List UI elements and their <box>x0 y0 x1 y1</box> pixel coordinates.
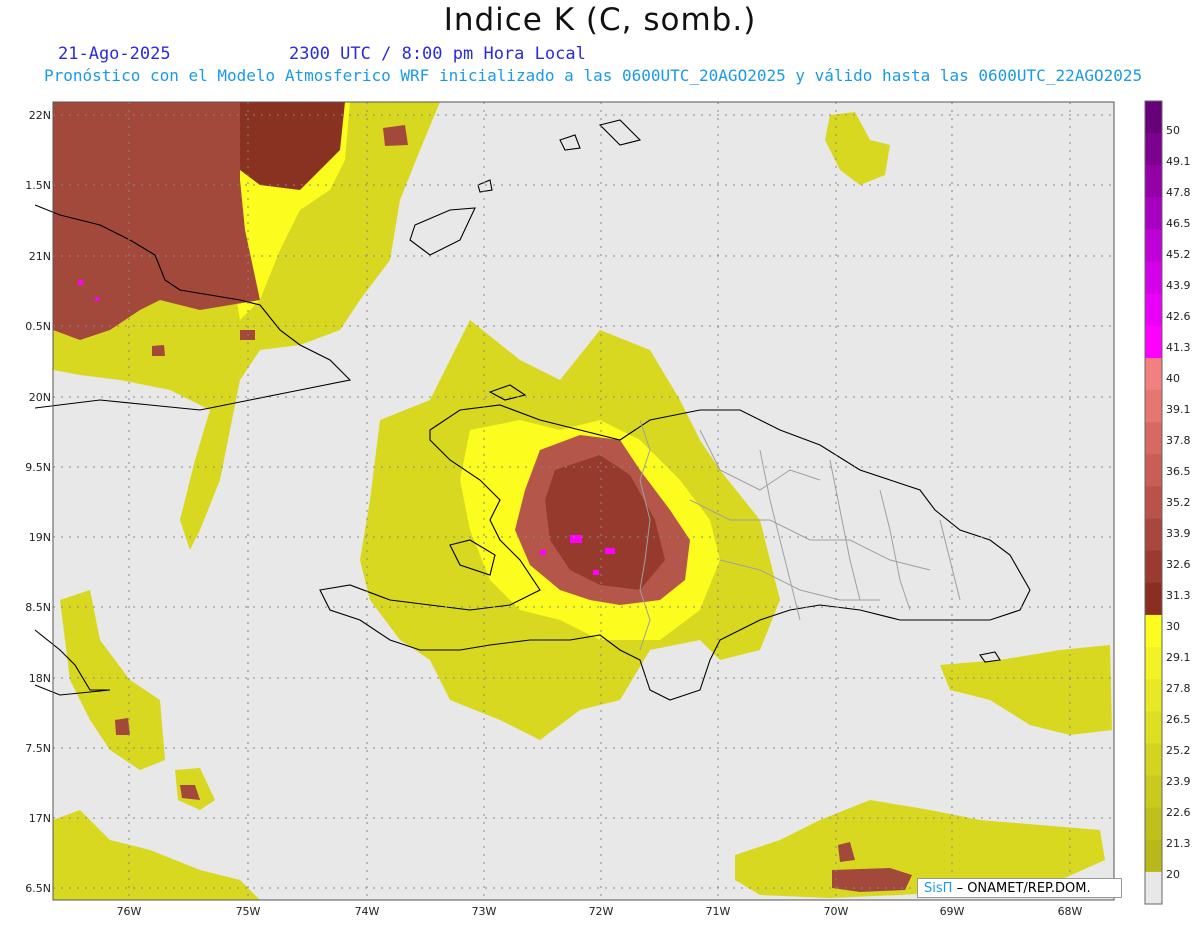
colorbar-label: 41.3 <box>1166 341 1191 354</box>
colorbar-swatch <box>1145 775 1162 809</box>
colorbar-swatches <box>1145 101 1162 905</box>
colorbar: 50 49.1 47.8 46.5 45.2 43.9 42.6 41.3 40… <box>1144 100 1191 905</box>
colorbar-swatch <box>1145 325 1162 359</box>
colorbar-swatch <box>1145 614 1162 648</box>
colorbar-swatch <box>1145 839 1162 873</box>
core-3 <box>540 550 546 555</box>
colorbar-swatch <box>1145 390 1162 423</box>
colorbar-swatch <box>1145 871 1162 905</box>
colorbar-swatch <box>1145 197 1162 230</box>
credit-brand: SisΠ <box>924 881 953 896</box>
lat-label: 17N <box>29 812 51 825</box>
colorbar-swatch <box>1145 101 1162 134</box>
core-4 <box>593 570 599 575</box>
colorbar-label: 46.5 <box>1166 217 1191 230</box>
colorbar-label: 23.9 <box>1166 775 1191 788</box>
colorbar-swatch <box>1145 358 1162 391</box>
lon-label: 75W <box>236 905 261 918</box>
colorbar-label: 45.2 <box>1166 248 1191 261</box>
field-small-brown-1 <box>152 345 165 356</box>
field-se-brown <box>832 868 912 892</box>
lon-label: 70W <box>824 905 849 918</box>
core-2 <box>605 548 615 554</box>
lat-label: 6.5N <box>25 882 51 895</box>
credit-text: – ONAMET/REP.DOM. <box>956 881 1091 896</box>
lon-label: 73W <box>472 905 497 918</box>
colorbar-label: 50 <box>1166 124 1180 137</box>
colorbar-swatch <box>1145 807 1162 841</box>
colorbar-swatch <box>1145 133 1162 166</box>
colorbar-label: 32.6 <box>1166 558 1191 571</box>
colorbar-swatch <box>1145 422 1162 455</box>
colorbar-label: 25.2 <box>1166 744 1191 757</box>
colorbar-label: 36.5 <box>1166 465 1191 478</box>
lon-label: 76W <box>117 905 142 918</box>
colorbar-swatch <box>1145 743 1162 776</box>
lat-label: 20N <box>29 391 51 404</box>
lat-label: 21N <box>29 250 51 263</box>
colorbar-label: 22.6 <box>1166 806 1191 819</box>
colorbar-label: 33.9 <box>1166 527 1191 540</box>
lon-label: 71W <box>706 905 731 918</box>
colorbar-label: 31.3 <box>1166 589 1191 602</box>
lon-label: 74W <box>355 905 380 918</box>
colorbar-label: 49.1 <box>1166 155 1191 168</box>
colorbar-label: 29.1 <box>1166 651 1191 664</box>
colorbar-swatch <box>1145 165 1162 198</box>
field-jamaica-brown <box>115 718 130 735</box>
lat-label: 9.5N <box>25 461 51 474</box>
colorbar-label: 37.8 <box>1166 434 1191 447</box>
field-bahamas-brown <box>383 125 408 146</box>
colorbar-label: 43.9 <box>1166 279 1191 292</box>
lat-label: 22N <box>29 109 51 122</box>
lat-label: 0.5N <box>25 320 51 333</box>
colorbar-swatch <box>1145 647 1162 680</box>
lon-label: 68W <box>1058 905 1083 918</box>
colorbar-swatch <box>1145 550 1162 584</box>
lat-label: 8.5N <box>25 601 51 614</box>
colorbar-swatch <box>1145 518 1162 552</box>
lat-labels: 22N 1.5N 21N 0.5N 20N 9.5N 19N 8.5N 18N … <box>25 109 51 895</box>
colorbar-swatch <box>1145 711 1162 744</box>
colorbar-label: 30 <box>1166 620 1180 633</box>
colorbar-swatch <box>1145 229 1162 263</box>
colorbar-swatch <box>1145 486 1162 519</box>
colorbar-label: 39.1 <box>1166 403 1191 416</box>
lon-label: 72W <box>589 905 614 918</box>
lat-label: 18N <box>29 672 51 685</box>
colorbar-swatch <box>1145 679 1162 712</box>
colorbar-labels: 50 49.1 47.8 46.5 45.2 43.9 42.6 41.3 40… <box>1166 124 1191 881</box>
colorbar-swatch <box>1145 293 1162 327</box>
core-5 <box>78 280 83 285</box>
lat-label: 1.5N <box>25 179 51 192</box>
core-1 <box>570 535 582 543</box>
credit-box: SisΠ – ONAMET/REP.DOM. <box>917 878 1122 898</box>
colorbar-swatch <box>1145 582 1162 616</box>
colorbar-label: 21.3 <box>1166 837 1191 850</box>
colorbar-swatch <box>1145 261 1162 295</box>
colorbar-label: 47.8 <box>1166 186 1191 199</box>
lat-label: 7.5N <box>25 742 51 755</box>
colorbar-label: 27.8 <box>1166 682 1191 695</box>
lon-labels: 76W 75W 74W 73W 72W 71W 70W 69W 68W <box>117 905 1083 918</box>
colorbar-label: 35.2 <box>1166 496 1191 509</box>
k-index-map: 22N 1.5N 21N 0.5N 20N 9.5N 19N 8.5N 18N … <box>25 100 1191 918</box>
colorbar-label: 40 <box>1166 372 1180 385</box>
lon-label: 69W <box>940 905 965 918</box>
lat-label: 19N <box>29 531 51 544</box>
colorbar-label: 42.6 <box>1166 310 1191 323</box>
core-6 <box>95 297 99 301</box>
colorbar-swatch <box>1145 454 1162 487</box>
colorbar-label: 20 <box>1166 868 1180 881</box>
colorbar-label: 26.5 <box>1166 713 1191 726</box>
